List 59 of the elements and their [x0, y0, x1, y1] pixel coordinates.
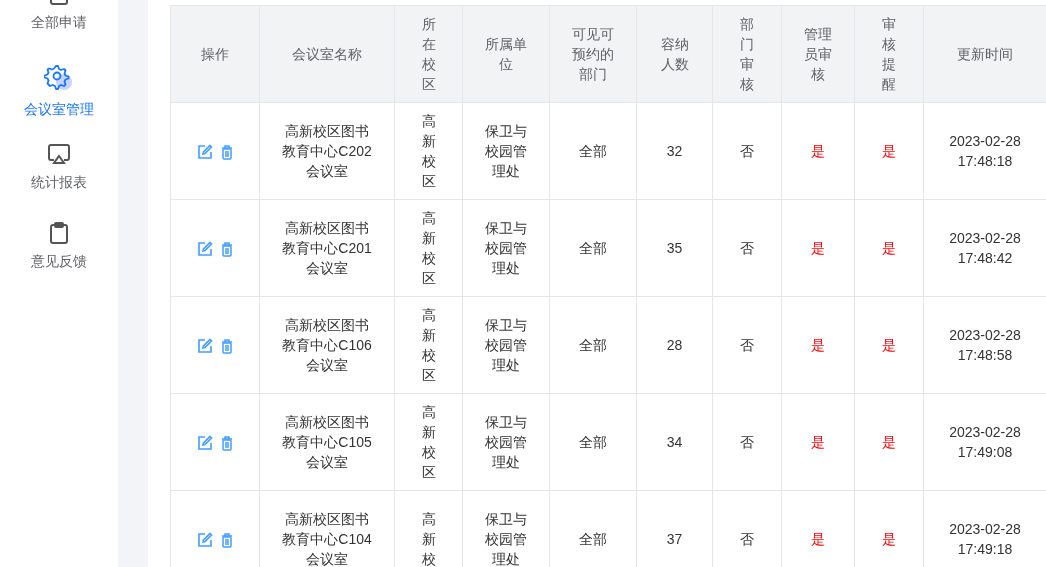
table-cell-text: 全部	[578, 142, 608, 161]
column-header: 部门审核	[739, 15, 755, 94]
table-cell-text: 保卫与校园管理处	[484, 122, 528, 181]
sidebar-item[interactable]: 统计报表	[0, 142, 118, 221]
table-cell-text: 高新校区图书教育中心C105会议室	[281, 413, 373, 472]
table-cell-text: 全部	[578, 433, 608, 452]
table-cell-text: 2023-02-28 17:49:08	[948, 423, 1022, 462]
table-cell-text: 否	[739, 530, 755, 549]
table-cell-text: 高新校区	[420, 209, 437, 288]
table-cell-text: 全部	[578, 530, 608, 549]
table-cell-text: 高新校	[420, 510, 437, 567]
sidebar-item[interactable]: 会议室管理	[0, 63, 118, 142]
table-cell-text: 高新校区图书教育中心C104会议室	[281, 510, 373, 567]
table-cell-text: 是	[810, 142, 826, 161]
table-cell-text: 高新校区图书教育中心C201会议室	[281, 219, 373, 278]
table-cell-text: 是	[810, 336, 826, 355]
table-cell-text: 2023-02-28 17:48:42	[948, 229, 1022, 268]
table-cell-text: 否	[739, 239, 755, 258]
table-cell-text: 是	[810, 433, 826, 452]
table-cell-text: 全部	[578, 239, 608, 258]
table-cell-text: 高新校区图书教育中心C106会议室	[281, 316, 373, 375]
column-header: 更新时间	[956, 45, 1014, 64]
table-cell-text: 是	[881, 433, 897, 452]
table-cell-text: 高新校区	[420, 112, 437, 191]
column-header: 所属单位	[484, 35, 528, 74]
table-cell-text: 是	[881, 530, 897, 549]
table-cell-text: 35	[665, 239, 684, 258]
column-header: 容纳人数	[659, 35, 690, 74]
table-cell-text: 高新校区	[420, 403, 437, 482]
table-cell-text: 2023-02-28 17:48:58	[948, 326, 1022, 365]
table-cell-text: 高新校区	[420, 306, 437, 385]
table-cell-text: 全部	[578, 336, 608, 355]
column-header: 操作	[200, 45, 230, 64]
table-cell-text: 是	[881, 239, 897, 258]
table-cell-text: 32	[665, 142, 684, 161]
table-cell-text: 保卫与校园管理处	[484, 510, 528, 567]
table-cell-text: 保卫与校园管理处	[484, 316, 528, 375]
column-header: 会议室名称	[291, 45, 363, 64]
table-cell-text: 34	[665, 433, 684, 452]
column-header: 审核提醒	[881, 15, 897, 94]
table-cell-text: 是	[881, 336, 897, 355]
sidebar-item[interactable]: 全部申请	[0, 0, 118, 63]
table-cell-text: 是	[810, 530, 826, 549]
column-header: 所在校区	[420, 15, 437, 94]
table-cell-text: 2023-02-28 17:49:18	[948, 520, 1022, 559]
table-cell-text: 是	[881, 142, 897, 161]
table-cell-text: 37	[665, 530, 684, 549]
table-cell-text: 高新校区图书教育中心C202会议室	[281, 122, 373, 181]
table-cell-text: 否	[739, 142, 755, 161]
table-cell-text: 保卫与校园管理处	[484, 413, 528, 472]
table-cell-text: 保卫与校园管理处	[484, 219, 528, 278]
table-cell-text: 28	[665, 336, 684, 355]
table-cell-text: 否	[739, 336, 755, 355]
column-header: 管理员审核	[803, 25, 833, 84]
table-cell-text: 否	[739, 433, 755, 452]
table-cell-text: 是	[810, 239, 826, 258]
column-header: 可见可预约的部门	[571, 25, 615, 84]
table-cell-text: 2023-02-28 17:48:18	[948, 132, 1022, 171]
sidebar-item[interactable]: 意见反馈	[0, 221, 118, 300]
